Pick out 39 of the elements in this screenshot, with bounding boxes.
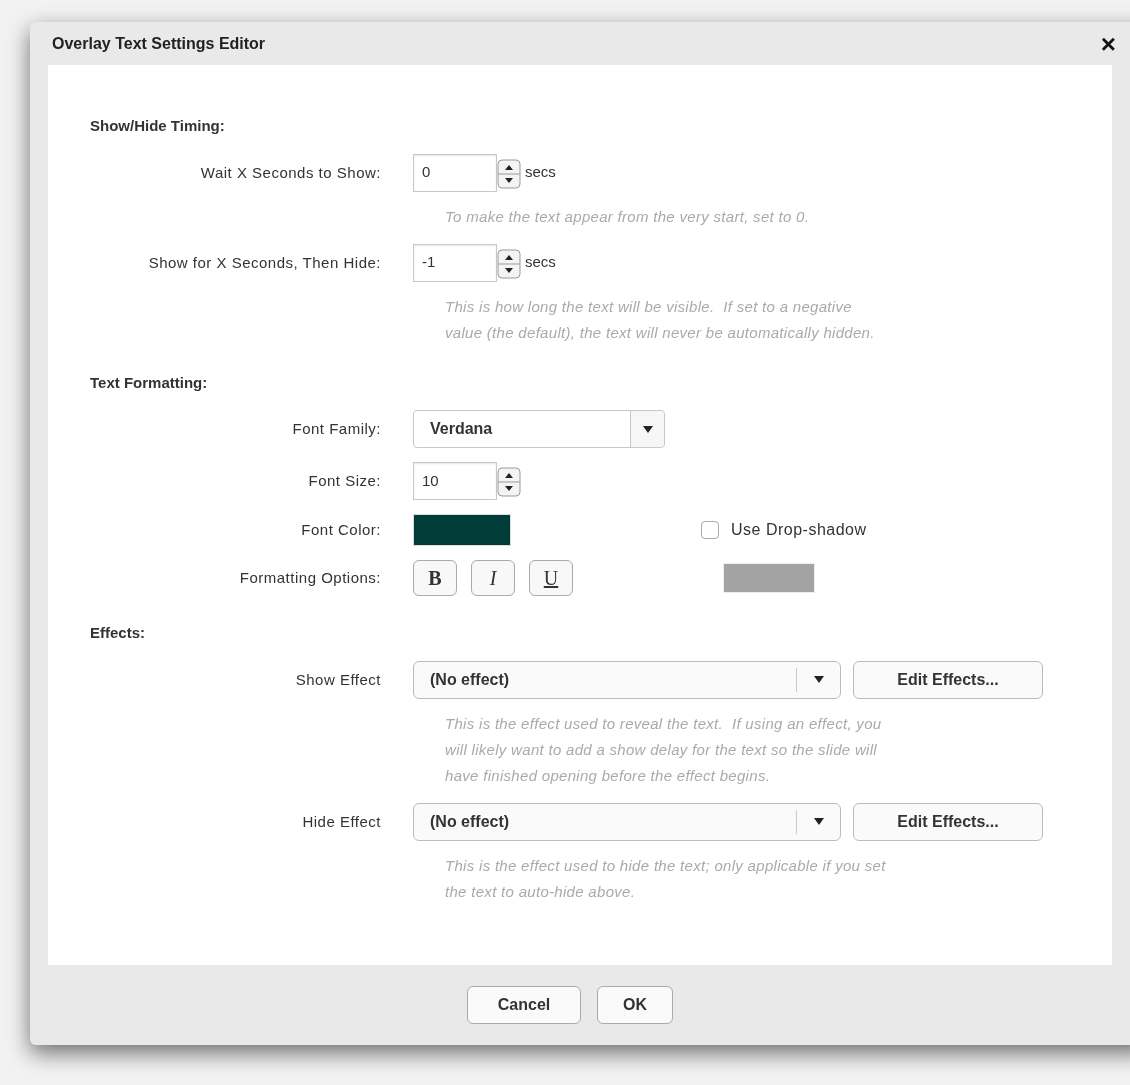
effect-dropdown[interactable]: (No effect): [413, 802, 841, 841]
field-label: Font Size:: [308, 472, 381, 489]
dialog-button[interactable]: Cancel: [467, 986, 581, 1024]
close-button[interactable]: ×: [1100, 30, 1116, 57]
format-button[interactable]: I: [471, 560, 515, 596]
checkbox-label: Use Drop-shadow: [731, 520, 867, 540]
dialog-button[interactable]: OK: [597, 986, 673, 1024]
number-field[interactable]: -1: [413, 243, 497, 282]
hint-text: To make the text appear from the very start, set to 0.: [445, 206, 811, 227]
field-label: Font Family:: [292, 420, 381, 437]
field-label: Show for X Seconds, Then Hide:: [148, 253, 381, 271]
hint-text: This is how long the text will be visible. If set to a negative value (the default), the text will never be automatically hidden.: [445, 296, 876, 343]
field-label: Show Effect: [295, 670, 381, 688]
section-heading: Show/Hide Timing:: [90, 116, 226, 136]
field-label: Hide Effect: [302, 812, 381, 830]
font-family-dropdown[interactable]: Verdana: [413, 410, 665, 448]
field-label: Wait X Seconds to Show:: [200, 163, 381, 181]
section-heading: Effects:: [90, 623, 146, 643]
dialog-title: Overlay Text Settings Editor: [52, 33, 266, 54]
format-button[interactable]: B: [413, 560, 457, 596]
edit-effects-button[interactable]: Edit Effects...: [853, 660, 1043, 699]
caret-icon: [642, 425, 653, 433]
hint-text: This is the effect used to reveal the text. If using an effect, you will likely want to add a show delay for the text so the slide will have finished opening before the effect begins.: [445, 713, 883, 786]
number-field[interactable]: 10: [413, 462, 497, 500]
section-heading: Text Formatting:: [90, 372, 209, 393]
font-color-swatch[interactable]: [413, 514, 511, 546]
unit-label: secs: [525, 252, 556, 273]
unit-label: secs: [525, 162, 556, 183]
caret-icon: [813, 818, 824, 825]
edit-effects-button[interactable]: Edit Effects...: [853, 802, 1043, 841]
format-button[interactable]: U: [529, 560, 573, 596]
field-label: Formatting Options:: [239, 569, 381, 586]
checkbox[interactable]: [701, 521, 719, 539]
hint-text: This is the effect used to hide the text; only applicable if you set the text to auto-hide above.: [445, 855, 887, 902]
caret-icon: [813, 676, 824, 683]
field-label: Font Color:: [301, 521, 381, 538]
effect-dropdown[interactable]: (No effect): [413, 660, 841, 699]
number-field[interactable]: 0: [413, 153, 497, 192]
shadow-color-swatch[interactable]: [723, 563, 815, 593]
